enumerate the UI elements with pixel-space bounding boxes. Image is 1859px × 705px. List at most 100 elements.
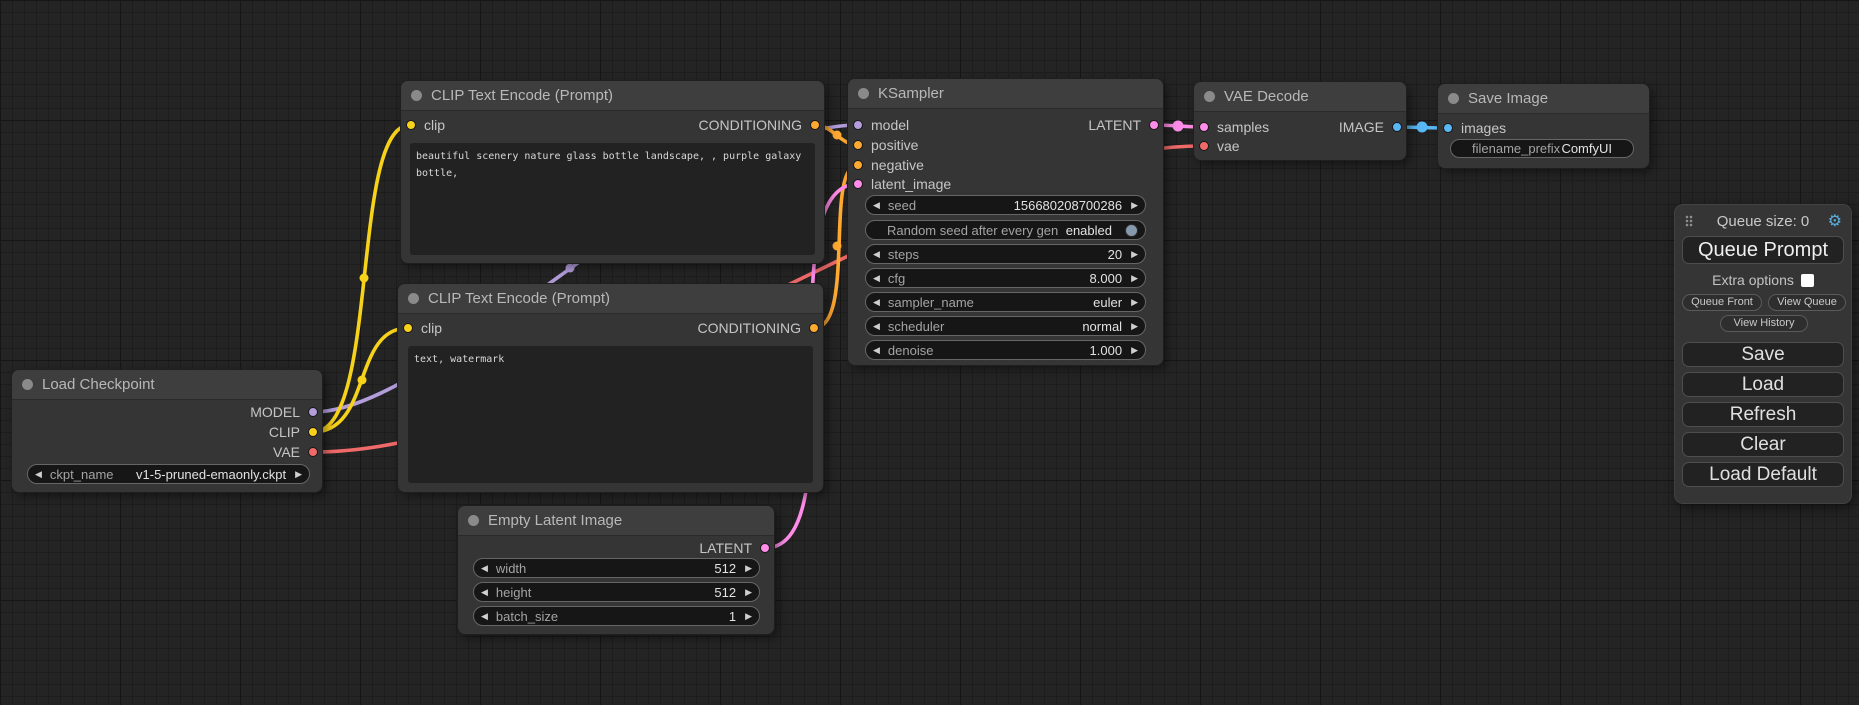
decrement-arrow-icon[interactable]: ◀ xyxy=(481,564,488,573)
increment-arrow-icon[interactable]: ▶ xyxy=(1131,201,1138,210)
view-history-button[interactable]: View History xyxy=(1720,315,1808,332)
widget-random-seed-toggle[interactable]: Random seed after every gen enabled xyxy=(865,220,1146,240)
input-slot-negative[interactable]: negative xyxy=(853,155,924,175)
node-clip-text-encode-negative[interactable]: CLIP Text Encode (Prompt) clip CONDITION… xyxy=(398,284,823,492)
decrement-arrow-icon[interactable]: ◀ xyxy=(481,612,488,621)
widget-batch-size[interactable]: ◀ batch_size 1 ▶ xyxy=(473,606,760,626)
increment-arrow-icon[interactable]: ▶ xyxy=(1131,298,1138,307)
increment-arrow-icon[interactable]: ▶ xyxy=(1131,274,1138,283)
node-clip-text-encode-positive[interactable]: CLIP Text Encode (Prompt) clip CONDITION… xyxy=(401,81,824,263)
output-slot-latent[interactable]: LATENT xyxy=(1088,115,1159,135)
widget-filename-prefix[interactable]: filename_prefix ComfyUI xyxy=(1450,139,1634,158)
input-slot-model[interactable]: model xyxy=(853,115,909,135)
refresh-button[interactable]: Refresh xyxy=(1682,402,1844,427)
increment-arrow-icon[interactable]: ▶ xyxy=(1131,250,1138,259)
input-port-clip[interactable] xyxy=(403,323,413,333)
output-port-conditioning[interactable] xyxy=(809,323,819,333)
output-port-conditioning[interactable] xyxy=(810,120,820,130)
input-slot-positive[interactable]: positive xyxy=(853,135,918,155)
input-slot-clip[interactable]: clip xyxy=(403,318,442,338)
widget-height[interactable]: ◀ height 512 ▶ xyxy=(473,582,760,602)
input-port-samples[interactable] xyxy=(1199,122,1209,132)
increment-arrow-icon[interactable]: ▶ xyxy=(745,588,752,597)
decrement-arrow-icon[interactable]: ◀ xyxy=(481,588,488,597)
increment-arrow-icon[interactable]: ▶ xyxy=(295,470,302,479)
collapse-dot-icon[interactable] xyxy=(408,293,419,304)
node-title-bar[interactable]: CLIP Text Encode (Prompt) xyxy=(401,81,824,111)
collapse-dot-icon[interactable] xyxy=(1448,93,1459,104)
input-port-negative[interactable] xyxy=(853,160,863,170)
input-port-vae[interactable] xyxy=(1199,141,1209,151)
increment-arrow-icon[interactable]: ▶ xyxy=(1131,346,1138,355)
decrement-arrow-icon[interactable]: ◀ xyxy=(35,470,42,479)
node-empty-latent-image[interactable]: Empty Latent Image LATENT ◀ width 512 ▶ … xyxy=(458,506,774,634)
output-port-clip[interactable] xyxy=(308,427,318,437)
extra-options-checkbox[interactable] xyxy=(1801,274,1814,287)
input-port-images[interactable] xyxy=(1443,123,1453,133)
widget-width[interactable]: ◀ width 512 ▶ xyxy=(473,558,760,578)
increment-arrow-icon[interactable]: ▶ xyxy=(745,612,752,621)
collapse-dot-icon[interactable] xyxy=(22,379,33,390)
collapse-dot-icon[interactable] xyxy=(858,88,869,99)
decrement-arrow-icon[interactable]: ◀ xyxy=(873,346,880,355)
node-ksampler[interactable]: KSampler model positive negative latent_… xyxy=(848,79,1163,365)
input-port-positive[interactable] xyxy=(853,140,863,150)
node-vae-decode[interactable]: VAE Decode samples vae IMAGE xyxy=(1194,82,1406,160)
widget-scheduler[interactable]: ◀ scheduler normal ▶ xyxy=(865,316,1146,336)
input-port-latent-image[interactable] xyxy=(853,179,863,189)
toggle-on-icon[interactable] xyxy=(1125,224,1138,237)
collapse-dot-icon[interactable] xyxy=(1204,91,1215,102)
output-port-model[interactable] xyxy=(308,407,318,417)
increment-arrow-icon[interactable]: ▶ xyxy=(745,564,752,573)
input-slot-clip[interactable]: clip xyxy=(406,115,445,135)
queue-front-button[interactable]: Queue Front xyxy=(1682,294,1762,311)
clear-button[interactable]: Clear xyxy=(1682,432,1844,457)
decrement-arrow-icon[interactable]: ◀ xyxy=(873,201,880,210)
output-slot-model[interactable]: MODEL xyxy=(250,402,318,422)
widget-steps[interactable]: ◀ steps 20 ▶ xyxy=(865,244,1146,264)
node-title-bar[interactable]: VAE Decode xyxy=(1194,82,1406,112)
widget-seed[interactable]: ◀ seed 156680208700286 ▶ xyxy=(865,195,1146,215)
node-title-bar[interactable]: Load Checkpoint xyxy=(12,370,322,400)
save-button[interactable]: Save xyxy=(1682,342,1844,367)
widget-sampler-name[interactable]: ◀ sampler_name euler ▶ xyxy=(865,292,1146,312)
node-save-image[interactable]: Save Image images filename_prefix ComfyU… xyxy=(1438,84,1649,168)
node-title-bar[interactable]: Save Image xyxy=(1438,84,1649,114)
input-slot-vae[interactable]: vae xyxy=(1199,136,1240,156)
output-slot-conditioning[interactable]: CONDITIONING xyxy=(698,318,819,338)
widget-denoise[interactable]: ◀ denoise 1.000 ▶ xyxy=(865,340,1146,360)
load-default-button[interactable]: Load Default xyxy=(1682,462,1844,487)
queue-prompt-button[interactable]: Queue Prompt xyxy=(1682,236,1844,264)
decrement-arrow-icon[interactable]: ◀ xyxy=(873,250,880,259)
input-port-model[interactable] xyxy=(853,120,863,130)
node-title-bar[interactable]: CLIP Text Encode (Prompt) xyxy=(398,284,823,314)
load-button[interactable]: Load xyxy=(1682,372,1844,397)
gear-icon[interactable]: ⚙ xyxy=(1828,212,1842,232)
input-slot-latent-image[interactable]: latent_image xyxy=(853,174,951,194)
collapse-dot-icon[interactable] xyxy=(468,515,479,526)
node-title-bar[interactable]: KSampler xyxy=(848,79,1163,109)
output-slot-image[interactable]: IMAGE xyxy=(1339,117,1402,137)
output-port-latent[interactable] xyxy=(1149,120,1159,130)
node-load-checkpoint[interactable]: Load Checkpoint MODEL CLIP VAE ◀ ckpt_na… xyxy=(12,370,322,492)
decrement-arrow-icon[interactable]: ◀ xyxy=(873,322,880,331)
input-slot-images[interactable]: images xyxy=(1443,118,1506,138)
view-queue-button[interactable]: View Queue xyxy=(1768,294,1846,311)
widget-ckpt-name[interactable]: ◀ ckpt_name v1-5-pruned-emaonly.ckpt ▶ xyxy=(27,464,310,484)
node-title-bar[interactable]: Empty Latent Image xyxy=(458,506,774,536)
output-slot-conditioning[interactable]: CONDITIONING xyxy=(699,115,820,135)
widget-cfg[interactable]: ◀ cfg 8.000 ▶ xyxy=(865,268,1146,288)
output-port-latent[interactable] xyxy=(760,543,770,553)
increment-arrow-icon[interactable]: ▶ xyxy=(1131,322,1138,331)
decrement-arrow-icon[interactable]: ◀ xyxy=(873,274,880,283)
prompt-textarea[interactable]: text, watermark xyxy=(408,346,813,483)
input-port-clip[interactable] xyxy=(406,120,416,130)
output-slot-latent[interactable]: LATENT xyxy=(699,538,770,558)
output-port-vae[interactable] xyxy=(308,447,318,457)
decrement-arrow-icon[interactable]: ◀ xyxy=(873,298,880,307)
collapse-dot-icon[interactable] xyxy=(411,90,422,101)
output-slot-clip[interactable]: CLIP xyxy=(269,422,318,442)
output-port-image[interactable] xyxy=(1392,122,1402,132)
input-slot-samples[interactable]: samples xyxy=(1199,117,1269,137)
output-slot-vae[interactable]: VAE xyxy=(273,442,318,462)
